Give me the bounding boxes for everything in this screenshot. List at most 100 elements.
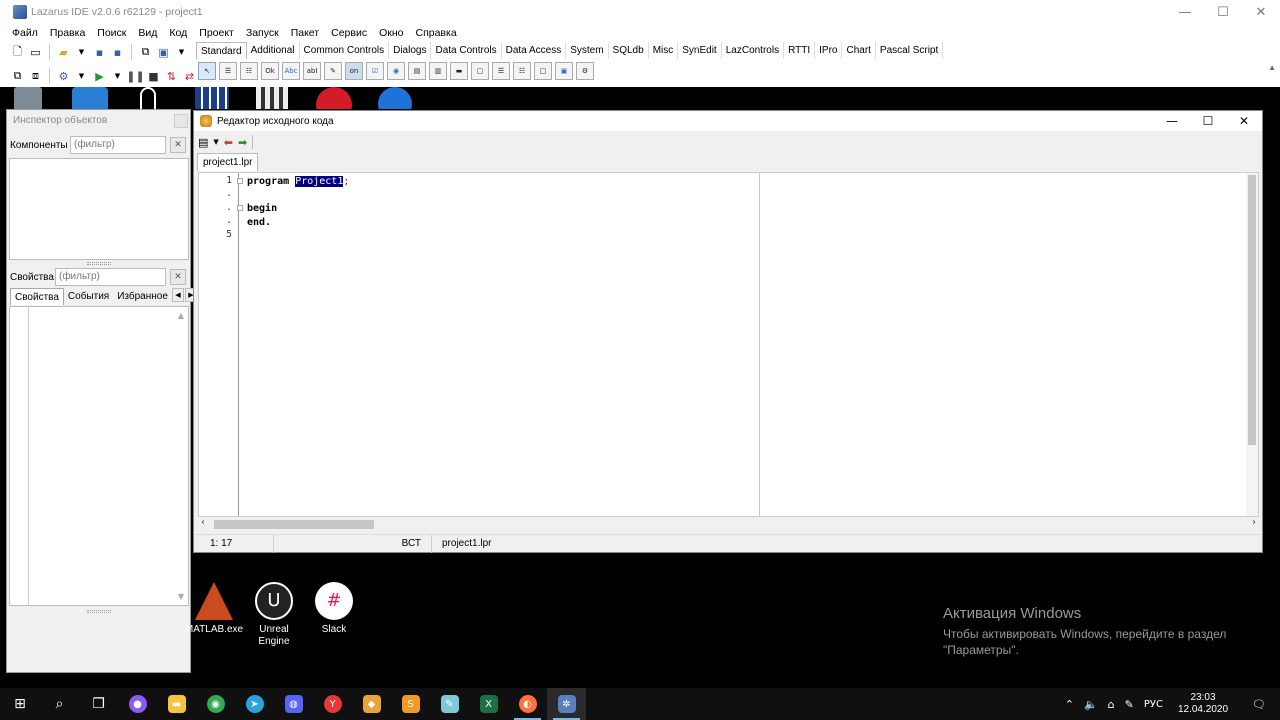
checkbox-icon[interactable]: ☑ xyxy=(366,62,384,80)
maximize-button[interactable]: ☐ xyxy=(1190,111,1226,131)
save-icon[interactable]: ▪ xyxy=(92,45,107,60)
splitter-grip[interactable] xyxy=(87,610,111,613)
tab-favorites[interactable]: Избранное xyxy=(113,288,172,305)
menu-help[interactable]: Справка xyxy=(409,27,462,39)
notification-icon[interactable]: 🗨 xyxy=(1238,698,1280,711)
menu-view[interactable]: Вид xyxy=(132,27,163,39)
tab-sqldb[interactable]: SQLdb xyxy=(609,42,649,59)
save-all-icon[interactable]: ▪ xyxy=(110,45,125,60)
open-icon[interactable]: ▰ xyxy=(56,45,71,60)
inspector-close-button[interactable] xyxy=(174,114,188,128)
tab-pascal-script[interactable]: Pascal Script xyxy=(876,42,944,59)
step-over-icon[interactable]: ⇄ xyxy=(182,69,197,84)
tab-properties[interactable]: Свойства xyxy=(10,288,64,305)
actionlist-icon[interactable]: ⚙ xyxy=(576,62,594,80)
yandex-browser-icon[interactable]: Y xyxy=(313,688,352,720)
toggle-form-icon[interactable]: ⧉ xyxy=(138,45,153,60)
run-icon[interactable]: ▶ xyxy=(92,69,107,84)
excel-icon[interactable]: X xyxy=(469,688,508,720)
fold-marker-icon[interactable] xyxy=(237,178,243,184)
file-explorer-icon[interactable]: ▬ xyxy=(157,688,196,720)
forward-arrow-icon[interactable]: ➡ xyxy=(238,136,247,149)
fold-marker-icon[interactable] xyxy=(237,205,243,211)
button-icon[interactable]: Ok xyxy=(261,62,279,80)
pointer-icon[interactable]: ↖ xyxy=(198,62,216,80)
desktop-shortcut-unreal[interactable]: U Unreal Engine xyxy=(244,582,304,648)
git-icon[interactable]: ◆ xyxy=(352,688,391,720)
search-icon[interactable]: ⌕ xyxy=(40,688,79,720)
filter-clear-icon[interactable]: ✕ xyxy=(170,269,186,285)
tab-standard[interactable]: Standard xyxy=(196,42,247,59)
tab-dialogs[interactable]: Dialogs xyxy=(389,42,432,59)
edit-icon[interactable]: abI xyxy=(303,62,321,80)
tab-ipro[interactable]: IPro xyxy=(815,42,843,59)
notepad-icon[interactable]: ✎ xyxy=(430,688,469,720)
properties-filter-input[interactable]: (фильтр) xyxy=(55,268,166,286)
tab-lazcontrols[interactable]: LazControls xyxy=(722,42,785,59)
tab-system[interactable]: System xyxy=(566,42,609,59)
view-units-icon[interactable]: ⧉ xyxy=(10,69,25,84)
chevron-left-icon[interactable]: ‹ xyxy=(201,517,205,528)
tab-data-controls[interactable]: Data Controls xyxy=(431,42,502,59)
menu-code[interactable]: Код xyxy=(163,27,193,39)
popupmenu-icon[interactable]: ☷ xyxy=(240,62,258,80)
code-editor[interactable]: 1 . . . 5 program Project1; begin end. xyxy=(198,172,1259,517)
menu-project[interactable]: Проект xyxy=(193,27,240,39)
menu-file[interactable]: Файл xyxy=(6,27,44,39)
pause-icon[interactable]: ❚❚ xyxy=(126,69,144,84)
components-tree[interactable] xyxy=(9,158,189,260)
editor-file-tab[interactable]: project1.lpr xyxy=(197,153,259,171)
scrollbar-icon[interactable]: ▬ xyxy=(450,62,468,80)
menu-window[interactable]: Окно xyxy=(373,27,409,39)
chevron-left-icon[interactable]: ◀ xyxy=(171,288,184,302)
close-button[interactable]: ✕ xyxy=(1226,111,1262,131)
lazarus-icon[interactable]: ✲ xyxy=(547,688,586,720)
pen-icon[interactable]: ✎ xyxy=(1120,698,1139,711)
menu-tools[interactable]: Сервис xyxy=(325,27,373,39)
splitter-grip[interactable] xyxy=(87,262,111,265)
menu-package[interactable]: Пакет xyxy=(285,27,325,39)
new-form-icon[interactable]: ▭ xyxy=(28,45,43,60)
combobox-icon[interactable]: ▥ xyxy=(429,62,447,80)
menu-run[interactable]: Запуск xyxy=(240,27,285,39)
language-indicator[interactable]: РУС xyxy=(1139,699,1168,710)
filter-clear-icon[interactable]: ✕ xyxy=(170,137,186,153)
checkgroup-icon[interactable]: ☷ xyxy=(513,62,531,80)
radiobutton-icon[interactable]: ◉ xyxy=(387,62,405,80)
view-forms-icon[interactable]: ▣ xyxy=(156,45,171,60)
groupbox-icon[interactable]: ▢ xyxy=(471,62,489,80)
start-icon[interactable]: ⊞ xyxy=(0,688,40,720)
chrome-icon[interactable]: ◉ xyxy=(196,688,235,720)
tab-synedit[interactable]: SynEdit xyxy=(678,42,722,59)
togglebox-icon[interactable]: on xyxy=(345,62,363,80)
minimize-button[interactable]: — xyxy=(1154,111,1190,131)
chevron-down-icon[interactable]: ▼ xyxy=(174,45,189,60)
panel-icon[interactable]: □ xyxy=(534,62,552,80)
stop-icon[interactable]: ■ xyxy=(146,69,161,84)
components-filter-input[interactable]: (фильтр) xyxy=(70,136,166,154)
discord-icon[interactable]: ◍ xyxy=(274,688,313,720)
tab-events[interactable]: События xyxy=(64,288,113,305)
view-forms-list-icon[interactable]: ⧈ xyxy=(28,69,43,84)
palette-scroll-icon[interactable]: ▲ xyxy=(1268,63,1276,72)
frame-icon[interactable]: ▣ xyxy=(555,62,573,80)
desktop-shortcut-slack[interactable]: # Slack xyxy=(304,582,364,636)
property-grid-scrollbar[interactable]: ▲ ▼ xyxy=(175,309,187,603)
chevron-right-icon[interactable]: › xyxy=(1252,517,1256,528)
listbox-icon[interactable]: ▤ xyxy=(408,62,426,80)
memo-icon[interactable]: ✎ xyxy=(324,62,342,80)
tab-chart[interactable]: Chart xyxy=(842,42,876,59)
mainmenu-icon[interactable]: ☰ xyxy=(219,62,237,80)
desktop-shortcut-matlab[interactable]: MATLAB.exe xyxy=(184,582,244,636)
chevron-up-icon[interactable]: ⌃ xyxy=(1060,698,1079,711)
editor-vertical-scrollbar[interactable] xyxy=(1246,173,1258,516)
close-button[interactable]: ✕ xyxy=(1242,0,1280,24)
build-mode-icon[interactable]: ⚙ xyxy=(56,69,71,84)
minimize-button[interactable]: — xyxy=(1166,0,1204,24)
back-arrow-icon[interactable]: ⬅ xyxy=(224,136,233,149)
tab-common-controls[interactable]: Common Controls xyxy=(300,42,390,59)
chevron-down-icon[interactable]: ▼ xyxy=(74,69,89,84)
menu-search[interactable]: Поиск xyxy=(91,27,132,39)
tab-misc[interactable]: Misc xyxy=(649,42,679,59)
clock[interactable]: 23:03 12.04.2020 xyxy=(1168,692,1238,716)
